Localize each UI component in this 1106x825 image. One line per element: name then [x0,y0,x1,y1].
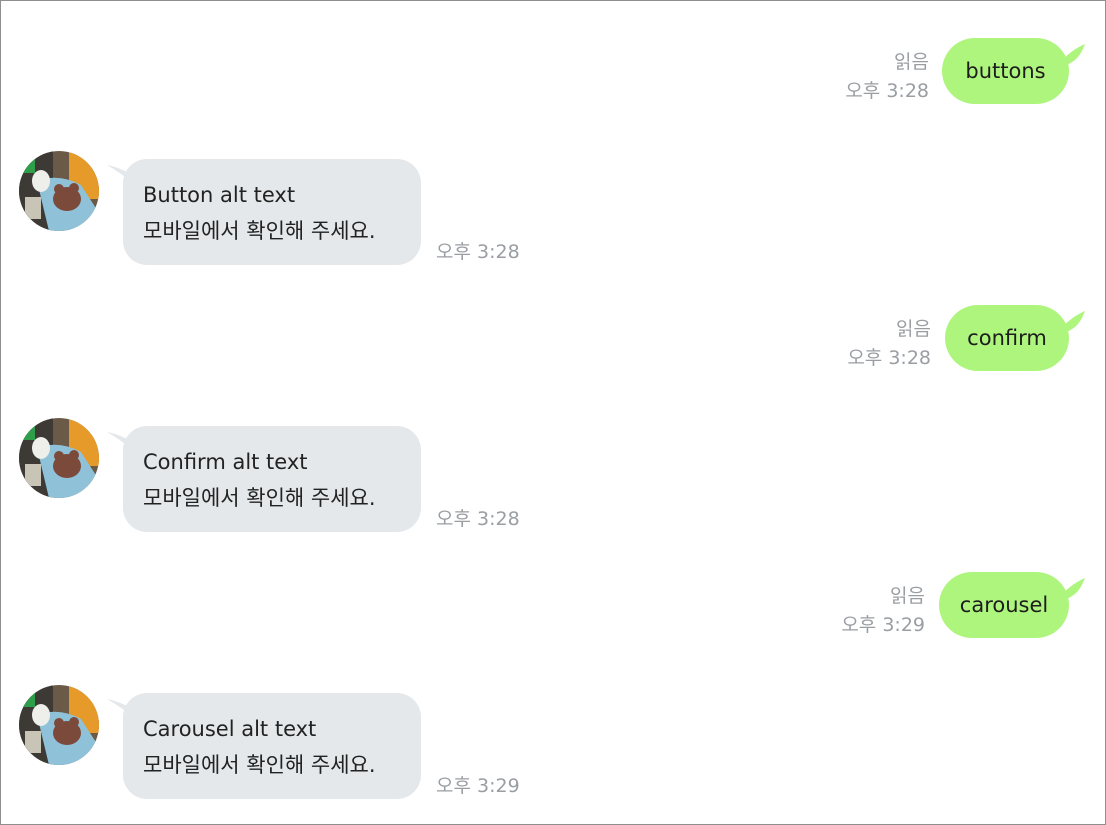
outgoing-message: 읽음 오후 3:28 buttons [809,38,1085,106]
avatar[interactable] [19,418,99,498]
message-time: 오후 3:28 [847,347,931,369]
outgoing-bubble[interactable]: buttons [942,38,1085,104]
bubble-tail-icon [1055,44,1085,66]
incoming-message: Confirm alt text 모바일에서 확인해 주세요. 오후 3:28 [19,418,539,536]
message-time: 오후 3:29 [841,614,925,636]
message-title: Carousel alt text [143,717,317,741]
message-time: 오후 3:29 [436,775,520,797]
incoming-message: Button alt text 모바일에서 확인해 주세요. 오후 3:28 [19,151,539,269]
profile-photo-icon [19,151,99,231]
outgoing-bubble[interactable]: confirm [945,305,1085,371]
outgoing-message: 읽음 오후 3:28 confirm [809,305,1085,373]
incoming-bubble[interactable]: Carousel alt text 모바일에서 확인해 주세요. [123,693,421,799]
bubble-tail-icon [1055,311,1085,333]
message-text: buttons [965,59,1046,83]
message-text: confirm [967,326,1047,350]
incoming-message: Carousel alt text 모바일에서 확인해 주세요. 오후 3:29 [19,685,539,803]
incoming-bubble[interactable]: Button alt text 모바일에서 확인해 주세요. [123,159,421,265]
message-meta: 읽음 오후 3:28 [847,315,931,373]
message-time: 오후 3:28 [845,80,929,102]
message-time: 오후 3:28 [436,508,520,530]
profile-photo-icon [19,418,99,498]
message-meta: 읽음 오후 3:28 [845,48,929,106]
outgoing-message: 읽음 오후 3:29 carousel [799,572,1085,640]
avatar[interactable] [19,685,99,765]
message-title: Button alt text [143,183,296,207]
message-title: Confirm alt text [143,450,308,474]
chat-window: 읽음 오후 3:28 buttons Button alt text 모바일에서… [0,0,1106,825]
read-receipt: 읽음 [890,585,925,607]
message-body: 모바일에서 확인해 주세요. [143,486,376,510]
read-receipt: 읽음 [896,318,931,340]
outgoing-bubble[interactable]: carousel [939,572,1085,638]
bubble-tail-icon [1055,578,1085,600]
message-time: 오후 3:28 [436,241,520,263]
avatar[interactable] [19,151,99,231]
incoming-bubble[interactable]: Confirm alt text 모바일에서 확인해 주세요. [123,426,421,532]
message-body: 모바일에서 확인해 주세요. [143,219,376,243]
message-text: carousel [959,593,1049,617]
profile-photo-icon [19,685,99,765]
message-body: 모바일에서 확인해 주세요. [143,753,376,777]
read-receipt: 읽음 [894,51,929,73]
message-meta: 읽음 오후 3:29 [841,582,925,640]
